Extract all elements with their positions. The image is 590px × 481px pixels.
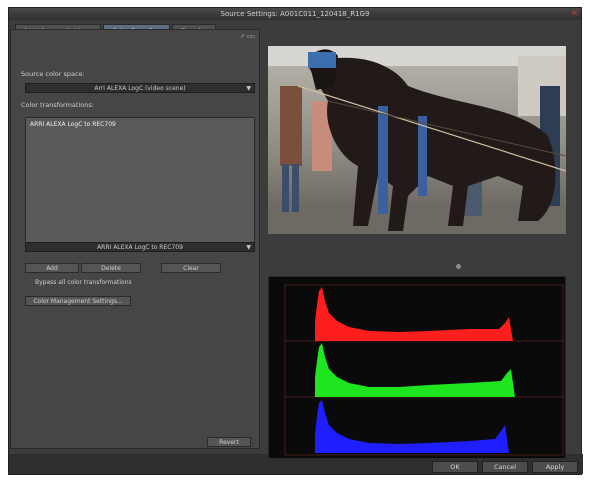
color-management-settings-button[interactable]: Color Management Settings...: [25, 296, 131, 306]
bypass-transformations-checkbox[interactable]: Bypass all color transformations: [35, 279, 132, 286]
color-encoding-panel: ↗ ▫▫ Source color space: Arri ALEXA LogC…: [10, 29, 260, 449]
source-color-space-value: Arri ALEXA LogC (video scene): [94, 85, 186, 92]
rgb-histogram: [268, 276, 566, 459]
cancel-button[interactable]: Cancel: [482, 461, 528, 473]
close-icon[interactable]: ✕: [570, 8, 578, 20]
source-color-space-select[interactable]: Arri ALEXA LogC (video scene) ▼: [25, 83, 255, 93]
chevron-down-icon: ▼: [246, 244, 251, 251]
clear-button[interactable]: Clear: [161, 263, 221, 273]
color-transformations-label: Color transformations:: [21, 101, 94, 109]
chevron-down-icon: ▼: [246, 85, 251, 92]
ok-button[interactable]: OK: [432, 461, 478, 473]
transformation-select-value: ARRI ALEXA LogC to REC709: [97, 244, 183, 251]
color-transformations-list[interactable]: ARRI ALEXA LogC to REC709: [25, 117, 255, 243]
revert-button[interactable]: Revert: [207, 437, 251, 447]
apply-button[interactable]: Apply: [532, 461, 578, 473]
source-color-space-label: Source color space:: [21, 70, 85, 78]
delete-button[interactable]: Delete: [81, 263, 141, 273]
image-preview: [268, 46, 566, 234]
histogram-red-channel: [315, 287, 513, 341]
title-bar: Source Settings: A001C011_120418_R1G9 ✕: [9, 8, 581, 20]
preview-photo: [268, 46, 566, 234]
list-item[interactable]: ARRI ALEXA LogC to REC709: [30, 121, 116, 128]
transformation-select[interactable]: ARRI ALEXA LogC to REC709 ▼: [25, 242, 255, 252]
histogram-graph: [284, 284, 564, 456]
panel-undock-icon[interactable]: ↗ ▫▫: [240, 33, 255, 40]
histogram-blue-channel: [315, 400, 509, 453]
splitter-handle[interactable]: [456, 264, 461, 269]
add-button[interactable]: Add: [25, 263, 79, 273]
window-title: Source Settings: A001C011_120418_R1G9: [220, 10, 370, 18]
histogram-green-channel: [315, 343, 515, 397]
